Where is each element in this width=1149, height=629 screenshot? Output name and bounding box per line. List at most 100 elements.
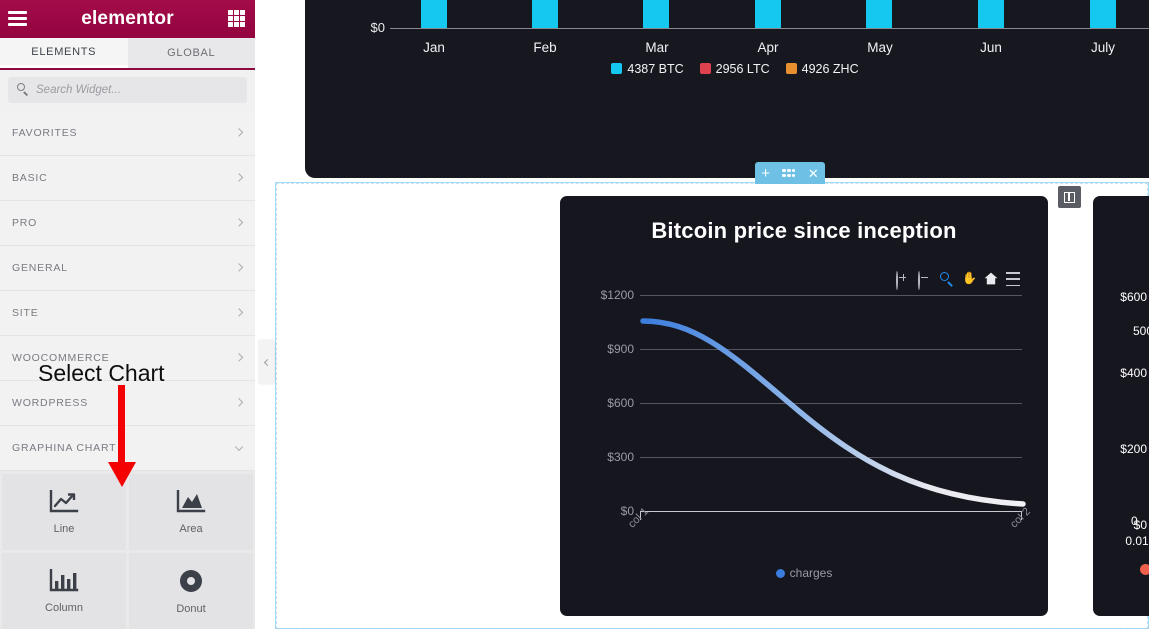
- zoom-in-icon[interactable]: [896, 271, 910, 290]
- legend-swatch: [775, 569, 785, 578]
- bar-segment: [866, 0, 892, 28]
- legend-label: 4926 ZHC: [801, 62, 859, 76]
- line-y-tick: $1200: [600, 288, 634, 302]
- chevron-right-icon: [234, 353, 244, 362]
- area-chart-widget[interactable]: Cryptocurrency History $600 $400 $200 $0…: [1093, 196, 1149, 616]
- grid-apps-icon[interactable]: [228, 10, 245, 27]
- column-layout-icon[interactable]: [1058, 186, 1081, 208]
- editor-canvas: $100 $0: [255, 0, 1149, 629]
- chevron-right-icon: [234, 398, 244, 407]
- chevron-down-icon: [234, 442, 244, 452]
- search-input[interactable]: [36, 77, 247, 103]
- tab-elements[interactable]: ELEMENTS: [0, 38, 128, 68]
- pan-hand-icon[interactable]: ✋: [962, 272, 977, 286]
- bar-x-tick: Jan: [423, 40, 445, 55]
- home-reset-icon[interactable]: [984, 272, 998, 286]
- axis-baseline: [390, 28, 1149, 29]
- widget-tile-area[interactable]: Area: [129, 474, 253, 550]
- chevron-right-icon: [234, 173, 244, 182]
- category-graphina-chart[interactable]: GRAPHINA CHART: [0, 426, 255, 471]
- bar-segment: [421, 0, 447, 28]
- line-y-tick: $300: [607, 450, 634, 464]
- drag-dots-icon[interactable]: [782, 169, 796, 177]
- widget-tile-label: Column: [45, 601, 83, 614]
- line-chart-legend[interactable]: charges: [560, 566, 1048, 580]
- donut-chart-icon: [177, 568, 205, 594]
- legend-swatch: [1140, 564, 1149, 575]
- category-label: PRO: [12, 217, 38, 229]
- bar-x-tick: Mar: [645, 40, 669, 55]
- chevron-left-icon: [263, 358, 271, 366]
- line-chart-title: Bitcoin price since inception: [651, 218, 957, 243]
- legend-item-btc[interactable]: BTC: [1140, 562, 1149, 577]
- line-y-tick: $600: [607, 396, 634, 410]
- bar-chart-widget[interactable]: $100 $0: [305, 0, 1149, 178]
- add-section-icon[interactable]: +: [761, 166, 770, 181]
- widget-tile-label: Donut: [176, 602, 206, 615]
- category-favorites[interactable]: FAVORITES: [0, 111, 255, 156]
- category-label: WORDPRESS: [12, 397, 89, 409]
- category-label: BASIC: [12, 172, 48, 184]
- column-chart-icon: [49, 568, 79, 593]
- panel-header: elementor: [0, 0, 255, 38]
- bar-segment: [532, 0, 558, 28]
- area-chart-icon: [176, 489, 206, 514]
- category-label: GRAPHINA CHART: [12, 442, 117, 454]
- bar-x-tick: July: [1090, 40, 1115, 55]
- category-site[interactable]: SITE: [0, 291, 255, 336]
- category-label: WOOCOMMERCE: [12, 352, 110, 364]
- bar-x-tick: Apr: [757, 40, 779, 55]
- widget-category-list: FAVORITES BASIC PRO GENERAL SITE WOOCOMM…: [0, 111, 255, 471]
- line-chart-series: [640, 318, 1026, 507]
- widget-tile-grid: Line Area Column Donut: [0, 471, 255, 629]
- category-label: FAVORITES: [12, 127, 78, 139]
- close-icon[interactable]: ✕: [808, 167, 819, 180]
- legend-item-ltc[interactable]: 2956 LTC: [699, 62, 770, 76]
- collapse-panel-button[interactable]: [258, 340, 274, 384]
- category-pro[interactable]: PRO: [0, 201, 255, 246]
- widget-tile-donut[interactable]: Donut: [129, 553, 253, 629]
- legend-item-zhc[interactable]: 4926 ZHC: [785, 62, 859, 76]
- zoom-out-icon[interactable]: [918, 271, 932, 290]
- area-data-label: 0: [1131, 514, 1138, 528]
- bar-segment: [1090, 0, 1116, 28]
- bar-segment: [978, 0, 1004, 28]
- chart-toolbar[interactable]: ✋: [896, 271, 1020, 290]
- area-y-tick: $200: [1120, 442, 1147, 456]
- bar-segment: [755, 0, 781, 28]
- chevron-right-icon: [234, 218, 244, 227]
- section-toolbar-handle[interactable]: + ✕: [755, 162, 825, 184]
- legend-label: charges: [789, 566, 833, 580]
- tab-global[interactable]: GLOBAL: [128, 38, 256, 68]
- area-x-tick: 0.01: [1125, 534, 1149, 548]
- category-basic[interactable]: BASIC: [0, 156, 255, 201]
- legend-item-btc[interactable]: 4387 BTC: [611, 62, 684, 76]
- line-chart-icon: [49, 489, 79, 514]
- search-widget-container: [0, 70, 255, 111]
- app-logo: elementor: [81, 8, 174, 29]
- search-widget-box[interactable]: [8, 77, 247, 103]
- bar-chart-legend: 4387 BTC 2956 LTC 4926 ZHC: [305, 62, 1149, 76]
- widget-tile-line[interactable]: Line: [2, 474, 126, 550]
- widget-tile-label: Line: [53, 522, 75, 535]
- legend-label: 2956 LTC: [715, 62, 770, 76]
- chevron-right-icon: [234, 128, 244, 137]
- selection-zoom-icon[interactable]: [940, 272, 954, 286]
- category-wordpress[interactable]: WORDPRESS: [0, 381, 255, 426]
- widget-tile-column[interactable]: Column: [2, 553, 126, 629]
- area-chart-legend[interactable]: BTC LTC: [1093, 562, 1149, 577]
- legend-label: 4387 BTC: [627, 62, 684, 76]
- search-icon: [17, 83, 29, 96]
- category-label: GENERAL: [12, 262, 68, 274]
- bar-x-tick: May: [867, 40, 893, 55]
- line-chart-widget[interactable]: Bitcoin price since inception ✋ $1200 $9…: [560, 196, 1048, 616]
- stacked-bar-chart: $100 $0: [305, 0, 1149, 178]
- category-woocommerce[interactable]: WOOCOMMERCE: [0, 336, 255, 381]
- legend-swatch: [611, 63, 623, 74]
- legend-swatch: [785, 63, 797, 74]
- panel-tabs: ELEMENTS GLOBAL: [0, 38, 255, 70]
- category-general[interactable]: GENERAL: [0, 246, 255, 291]
- bar-x-tick: Feb: [533, 40, 557, 55]
- elementor-panel: elementor ELEMENTS GLOBAL FAVORITES BASI…: [0, 0, 255, 629]
- menu-export-icon[interactable]: [1006, 272, 1020, 286]
